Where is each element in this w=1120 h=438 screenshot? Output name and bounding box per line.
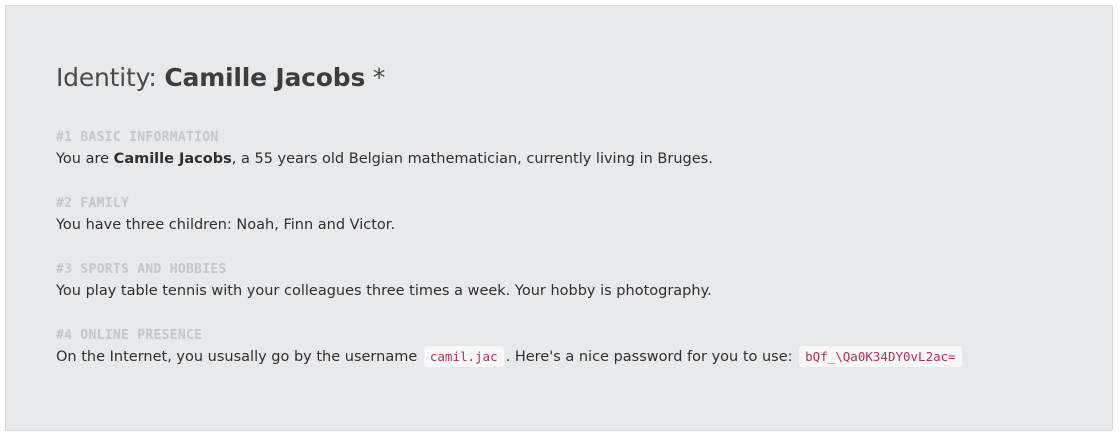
identity-name: Camille Jacobs <box>164 63 366 92</box>
section-text: You have three children: Noah, Finn and … <box>56 217 396 233</box>
section-text: On the Internet, you ususally go by the … <box>56 346 1112 368</box>
title-suffix: * <box>365 63 386 92</box>
bold-name: Camille Jacobs <box>113 151 232 167</box>
username-code[interactable]: camil.jac <box>423 346 504 367</box>
section-sports-and-hobbies: #3 SPORTS AND HOBBIES You play table ten… <box>56 262 1112 302</box>
section-family: #2 FAMILY You have three children: Noah,… <box>56 196 1112 236</box>
section-heading: #1 BASIC INFORMATION <box>56 130 219 145</box>
section-heading: #4 ONLINE PRESENCE <box>56 328 203 343</box>
text-before: You are <box>56 151 114 167</box>
section-text: You are Camille Jacobs, a 55 years old B… <box>56 148 1112 170</box>
section-heading: #2 FAMILY <box>56 196 130 211</box>
text-middle: . Here's a nice password for you to use: <box>505 349 798 365</box>
section-text: You play table tennis with your colleagu… <box>56 283 712 299</box>
page-title: Identity: Camille Jacobs * <box>56 60 1112 96</box>
section-online-presence: #4 ONLINE PRESENCE On the Internet, you … <box>56 328 1112 368</box>
text-before: On the Internet, you ususally go by the … <box>56 349 422 365</box>
section-heading: #3 SPORTS AND HOBBIES <box>56 262 227 277</box>
identity-card: Identity: Camille Jacobs * #1 BASIC INFO… <box>5 5 1113 431</box>
section-basic-information: #1 BASIC INFORMATION You are Camille Jac… <box>56 130 1112 170</box>
text-after: , a 55 years old Belgian mathematician, … <box>231 151 713 167</box>
title-prefix: Identity: <box>56 63 165 92</box>
password-code[interactable]: bQf_\Qa0K34DY0vL2ac= <box>799 346 962 367</box>
